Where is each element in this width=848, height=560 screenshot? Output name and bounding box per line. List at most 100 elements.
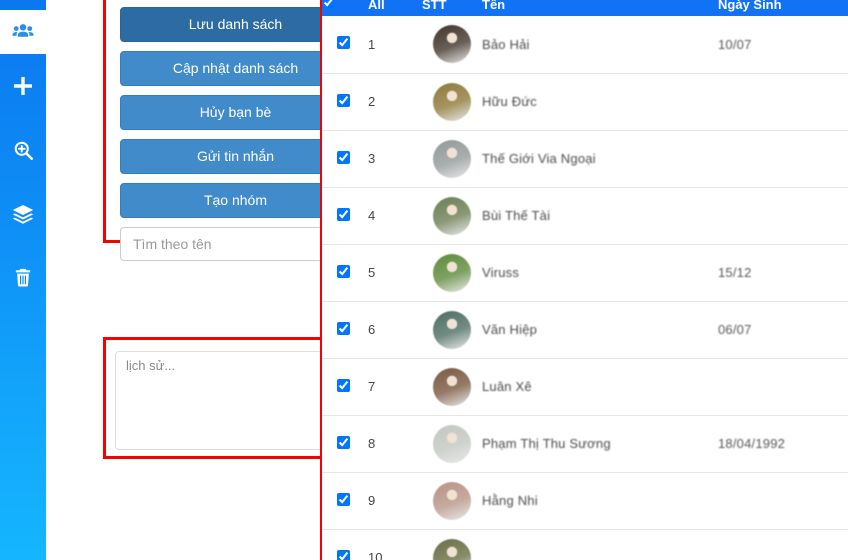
table-row[interactable]: 4 Bùi Thế Tài	[322, 186, 848, 244]
save-list-button[interactable]: Lưu danh sách	[120, 7, 351, 42]
row-select-cell	[322, 471, 364, 529]
table-row[interactable]: 9 Hằng Nhi	[322, 471, 848, 529]
row-name-text: Hữu Đức	[482, 94, 537, 109]
sidebar-item-add[interactable]	[0, 64, 46, 108]
friends-table: All STT Tên Ngày Sinh 1 Bảo Hải 10/07 2 Hữu …	[322, 0, 848, 560]
search-by-name-input[interactable]	[120, 227, 351, 261]
table-head: All STT Tên Ngày Sinh	[322, 0, 848, 16]
row-dob-text: 18/04/1992	[718, 436, 786, 451]
row-dob-cell: 18/04/1992	[718, 414, 848, 472]
avatar	[433, 310, 471, 349]
zoom-in-icon	[12, 139, 35, 162]
row-index-cell: 3	[364, 129, 422, 187]
row-avatar-cell	[422, 16, 482, 73]
row-checkbox[interactable]	[336, 150, 350, 164]
row-checkbox[interactable]	[336, 36, 350, 50]
table-row[interactable]: 6 Văn Hiệp 06/07	[322, 300, 848, 358]
create-group-button[interactable]: Tạo nhóm	[120, 183, 351, 218]
unfriend-button[interactable]: Hủy bạn bè	[120, 95, 351, 130]
row-checkbox[interactable]	[336, 264, 350, 278]
row-name-cell: Văn Hiệp	[482, 300, 718, 358]
header-stt: STT	[422, 0, 482, 16]
avatar	[433, 538, 471, 560]
table-row[interactable]: 10	[322, 528, 848, 560]
avatar	[433, 481, 471, 520]
row-dob-text: 10/07	[718, 36, 752, 52]
row-avatar-cell	[422, 243, 482, 301]
row-index-cell: 4	[364, 186, 422, 244]
row-dob-cell	[718, 528, 848, 560]
row-avatar-cell	[422, 528, 482, 560]
row-checkbox[interactable]	[336, 321, 350, 335]
row-dob-cell: 10/07	[718, 16, 848, 73]
plus-icon	[11, 74, 35, 98]
row-name-text: Viruss	[482, 265, 520, 280]
row-select-cell	[322, 72, 364, 130]
row-index-cell: 5	[364, 243, 422, 301]
sidebar-item-friends-list[interactable]	[0, 10, 46, 54]
row-name-text: Hằng Nhi	[482, 493, 538, 508]
row-index-cell: 6	[364, 300, 422, 358]
send-message-button[interactable]: Gửi tin nhắn	[120, 139, 351, 174]
row-dob-text: 06/07	[718, 322, 752, 337]
row-name-cell: Phạm Thị Thu Sương	[482, 414, 718, 472]
avatar	[433, 424, 471, 463]
row-checkbox[interactable]	[336, 435, 350, 449]
row-name-text: Bảo Hải	[482, 36, 530, 52]
row-dob-cell	[718, 72, 848, 130]
row-dob-cell	[718, 129, 848, 187]
table-row[interactable]: 5 Viruss 15/12	[322, 243, 848, 301]
table-row[interactable]: 2 Hữu Đức	[322, 72, 848, 130]
row-select-cell	[322, 357, 364, 415]
trash-icon	[12, 267, 34, 289]
row-dob-cell	[718, 357, 848, 415]
row-select-cell	[322, 186, 364, 244]
row-avatar-cell	[422, 471, 482, 529]
app-root: Lưu danh sách Cập nhật danh sách Hủy bạn…	[0, 0, 848, 560]
sidebar-item-layers[interactable]	[0, 192, 46, 236]
row-checkbox[interactable]	[336, 492, 350, 506]
avatar	[433, 196, 471, 235]
row-name-text: Thế Giới Via Ngoại	[482, 151, 596, 166]
row-name-cell: Hữu Đức	[482, 72, 718, 130]
row-avatar-cell	[422, 186, 482, 244]
row-select-cell	[322, 300, 364, 358]
row-checkbox[interactable]	[336, 207, 350, 221]
update-list-button[interactable]: Cập nhật danh sách	[120, 51, 351, 86]
row-index-cell: 10	[364, 528, 422, 560]
control-panel: Lưu danh sách Cập nhật danh sách Hủy bạn…	[46, 0, 368, 560]
sidebar-item-delete[interactable]	[0, 256, 46, 300]
select-all-checkbox[interactable]	[322, 0, 335, 9]
row-checkbox[interactable]	[336, 93, 350, 107]
avatar	[433, 25, 471, 64]
row-index-cell: 9	[364, 471, 422, 529]
row-select-cell	[322, 414, 364, 472]
header-dob: Ngày Sinh	[718, 0, 848, 16]
table-row[interactable]: 3 Thế Giới Via Ngoại	[322, 129, 848, 187]
table-row[interactable]: 1 Bảo Hải 10/07	[322, 16, 848, 73]
table-row[interactable]: 8 Phạm Thị Thu Sương 18/04/1992	[322, 414, 848, 472]
row-name-text: Văn Hiệp	[482, 322, 538, 337]
avatar	[433, 139, 471, 178]
row-checkbox[interactable]	[336, 549, 350, 560]
sidebar-item-search[interactable]	[0, 128, 46, 172]
header-select-all	[322, 0, 364, 16]
row-name-cell: Hằng Nhi	[482, 471, 718, 529]
table-body: 1 Bảo Hải 10/07 2 Hữu Đức 3 Thế Giới Via Ngoại…	[322, 16, 848, 560]
row-dob-cell: 06/07	[718, 300, 848, 358]
header-all-label: All	[364, 0, 422, 16]
table-row[interactable]: 7 Luân Xê	[322, 357, 848, 415]
row-index-cell: 2	[364, 72, 422, 130]
row-dob-cell	[718, 186, 848, 244]
row-avatar-cell	[422, 414, 482, 472]
row-name-text: Bùi Thế Tài	[482, 208, 551, 223]
friends-table-container[interactable]: All STT Tên Ngày Sinh 1 Bảo Hải 10/07 2 Hữu …	[322, 0, 848, 560]
row-name-cell: Viruss	[482, 243, 718, 301]
row-name-cell: Thế Giới Via Ngoại	[482, 129, 718, 187]
history-log-textarea[interactable]	[115, 351, 354, 450]
row-index-cell: 8	[364, 414, 422, 472]
row-select-cell	[322, 528, 364, 560]
row-checkbox[interactable]	[336, 378, 350, 392]
row-dob-text: 15/12	[718, 265, 752, 280]
row-index-cell: 1	[368, 36, 376, 52]
